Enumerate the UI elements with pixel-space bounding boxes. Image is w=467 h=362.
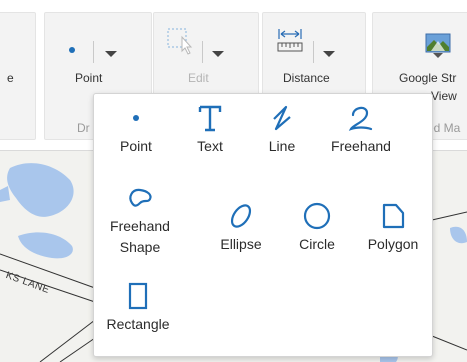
ellipse-icon (227, 198, 255, 234)
lake (450, 226, 467, 244)
ribbon-group-left-partial: e (0, 12, 36, 140)
road (59, 337, 96, 362)
road (431, 335, 467, 351)
freehand-icon (347, 100, 375, 136)
lake (18, 232, 73, 259)
split-divider (93, 41, 94, 63)
street-view-label-line1: Google Str (399, 71, 457, 85)
circle-tool[interactable]: Circle (290, 198, 344, 255)
freehand-shape-tool-label: Freehand Shape (110, 218, 170, 255)
edit-button-label: Edit (188, 71, 209, 85)
point-tool[interactable]: Point (108, 100, 164, 157)
split-divider (202, 41, 203, 63)
street-view-icon (425, 33, 451, 58)
road (431, 211, 467, 221)
circle-icon (302, 198, 332, 234)
lake (0, 186, 10, 202)
left-edge-label: e (7, 71, 14, 85)
distance-button-label: Distance (283, 71, 330, 85)
ellipse-tool-label: Ellipse (220, 236, 262, 252)
draw-group-label: Dr (77, 121, 90, 135)
ruler-icon (277, 29, 303, 52)
text-icon (197, 100, 223, 136)
rectangle-tool-label: Rectangle (106, 316, 170, 332)
line-tool-label: Line (268, 138, 296, 154)
select-edit-icon (167, 28, 193, 55)
line-tool[interactable]: Line (258, 100, 306, 157)
split-divider (313, 41, 314, 63)
line-icon (270, 100, 294, 136)
point-icon (131, 100, 141, 136)
freehand-tool[interactable]: Freehand (322, 100, 400, 157)
ellipse-tool[interactable]: Ellipse (212, 198, 270, 255)
text-tool[interactable]: Text (184, 100, 236, 157)
road (39, 319, 96, 362)
chevron-down-icon[interactable] (323, 51, 335, 57)
point-tool-label: Point (120, 138, 152, 154)
circle-tool-label: Circle (299, 236, 335, 252)
dot-icon (69, 47, 75, 53)
freehand-shape-tool[interactable]: Freehand Shape (106, 180, 174, 258)
point-button-label: Point (75, 71, 103, 85)
polygon-tool[interactable]: Polygon (358, 198, 428, 255)
draw-tools-popup: Point Text Line Freehand Freehand Shape … (93, 93, 433, 357)
rectangle-tool[interactable]: Rectangle (100, 278, 176, 335)
text-tool-label: Text (197, 138, 223, 154)
rectangle-icon (127, 278, 149, 314)
polygon-tool-label: Polygon (367, 236, 419, 252)
chevron-down-icon[interactable] (105, 51, 117, 57)
polygon-icon (379, 198, 407, 234)
lake (7, 163, 74, 217)
street-view-label-line2: View (431, 89, 457, 103)
chevron-down-icon[interactable] (212, 51, 224, 57)
freehand-shape-icon (126, 180, 154, 216)
freehand-tool-label: Freehand (331, 138, 391, 154)
